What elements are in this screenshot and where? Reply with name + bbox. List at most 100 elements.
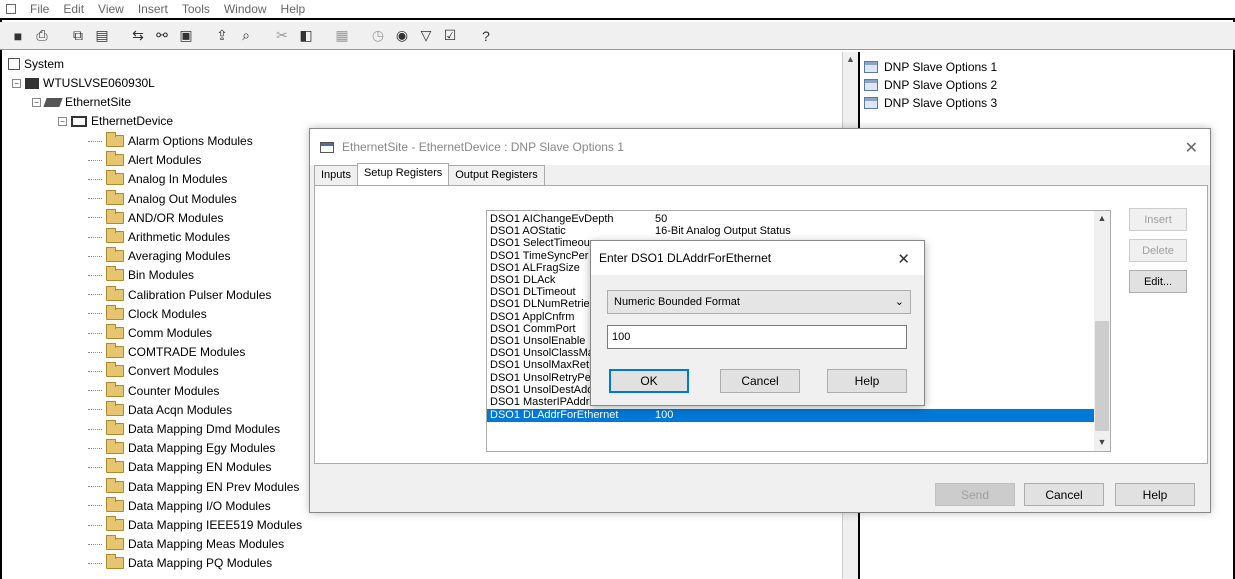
menu-window[interactable]: Window bbox=[224, 2, 267, 16]
tree-module-item[interactable]: Averaging Modules bbox=[88, 247, 231, 265]
folder-icon bbox=[106, 400, 124, 416]
tree-module-item[interactable]: Data Mapping Egy Modules bbox=[88, 439, 275, 457]
options-icon bbox=[864, 97, 878, 109]
folder-icon bbox=[106, 208, 124, 224]
filter-icon[interactable]: ▽ bbox=[416, 26, 436, 46]
close-icon[interactable]: ✕ bbox=[897, 250, 910, 268]
help-button[interactable]: Help bbox=[1115, 483, 1195, 506]
ok-button[interactable]: OK bbox=[609, 369, 689, 393]
device-icon[interactable]: ▣ bbox=[176, 26, 196, 46]
folder-icon bbox=[106, 516, 124, 531]
scroll-thumb[interactable] bbox=[1095, 321, 1109, 431]
options-icon bbox=[864, 61, 878, 73]
register-name: DSO1 DLTimeout bbox=[490, 286, 576, 299]
tab-output-registers[interactable]: Output Registers bbox=[448, 165, 545, 185]
cancel-button[interactable]: Cancel bbox=[1024, 483, 1104, 506]
menu-file[interactable]: File bbox=[30, 2, 49, 16]
globe-icon[interactable]: ◉ bbox=[392, 26, 412, 46]
frame-icon[interactable]: ◧ bbox=[296, 26, 316, 46]
tree-computer[interactable]: − WTUSLVSE060930L bbox=[12, 74, 155, 92]
tree-module-label: Convert Modules bbox=[128, 364, 219, 379]
tree-connector bbox=[88, 562, 102, 564]
tree-module-item[interactable]: Arithmetic Modules bbox=[88, 228, 230, 246]
dialog-titlebar[interactable]: EthernetSite - EthernetDevice : DNP Slav… bbox=[310, 129, 1210, 165]
tree-module-item[interactable]: Data Mapping EN Modules bbox=[88, 458, 271, 476]
checkbox-icon[interactable]: ☑ bbox=[440, 26, 460, 46]
tree-module-item[interactable]: AND/OR Modules bbox=[88, 208, 223, 227]
tree-module-label: Data Mapping PQ Modules bbox=[128, 556, 273, 571]
tree-module-item[interactable]: Analog In Modules bbox=[88, 170, 227, 188]
folder-icon bbox=[106, 535, 124, 551]
tree-module-item[interactable]: Analog Out Modules bbox=[88, 189, 237, 208]
tree-device[interactable]: − EthernetDevice bbox=[58, 112, 173, 130]
computer-icon bbox=[25, 77, 39, 89]
value-input[interactable]: 100 bbox=[607, 325, 907, 349]
help-button[interactable]: Help bbox=[827, 369, 907, 393]
tree-module-item[interactable]: Data Mapping I/O Modules bbox=[88, 496, 271, 515]
tree-module-item[interactable]: Calibration Pulser Modules bbox=[88, 285, 271, 304]
subdialog-titlebar[interactable]: Enter DSO1 DLAddrForEthernet bbox=[591, 241, 924, 275]
register-row[interactable]: DSO1 AOStatic 16-Bit Analog Output Status bbox=[487, 226, 1095, 237]
list-item[interactable]: DNP Slave Options 3 bbox=[864, 94, 997, 112]
list-item[interactable]: DNP Slave Options 2 bbox=[864, 76, 997, 94]
tree-module-item[interactable]: Data Mapping IEEE519 Modules bbox=[88, 516, 302, 534]
menu-help[interactable]: Help bbox=[281, 2, 306, 16]
tree-connector bbox=[88, 178, 102, 180]
register-row[interactable]: DSO1 DLAddrForEthernet 100 bbox=[487, 409, 1095, 423]
collapse-icon[interactable]: − bbox=[12, 78, 21, 88]
register-row[interactable]: DSO1 AIChangeEvDepth 50 bbox=[487, 214, 1095, 225]
link-icon[interactable]: ⚯ bbox=[152, 26, 172, 46]
tree-module-item[interactable]: Convert Modules bbox=[88, 362, 219, 380]
help-icon[interactable]: ? bbox=[476, 26, 496, 46]
copy-icon[interactable]: ⧉ bbox=[68, 26, 88, 46]
tree-module-item[interactable]: Data Acqn Modules bbox=[88, 400, 232, 419]
tab-setup-registers[interactable]: Setup Registers bbox=[356, 163, 450, 185]
grid-icon[interactable]: ▦ bbox=[332, 26, 352, 46]
menu-tools[interactable]: Tools bbox=[182, 2, 210, 16]
menu-view[interactable]: View bbox=[98, 2, 124, 16]
menu-insert[interactable]: Insert bbox=[138, 2, 168, 16]
tree-module-label: Comm Modules bbox=[128, 326, 213, 340]
properties-icon[interactable]: ▤ bbox=[92, 26, 112, 46]
tree-module-item[interactable]: Data Mapping EN Prev Modules bbox=[88, 477, 299, 496]
tree-module-item[interactable]: Alert Modules bbox=[88, 151, 201, 169]
scroll-down-icon[interactable]: ▼ bbox=[1094, 437, 1110, 447]
scroll-up-icon[interactable]: ▲ bbox=[843, 54, 858, 64]
tree-module-item[interactable]: Data Mapping PQ Modules bbox=[88, 554, 272, 572]
save-icon[interactable]: ■ bbox=[8, 26, 28, 46]
tree-module-item[interactable]: Counter Modules bbox=[88, 381, 219, 400]
list-item[interactable]: DNP Slave Options 1 bbox=[864, 58, 997, 76]
scroll-up-icon[interactable]: ▲ bbox=[1094, 213, 1110, 223]
clock-icon[interactable]: ◷ bbox=[368, 26, 388, 46]
register-name: DSO1 SelectTimeou bbox=[490, 237, 590, 250]
close-icon[interactable]: ✕ bbox=[1185, 138, 1198, 158]
cut-icon[interactable]: ✂ bbox=[272, 26, 292, 46]
tree-module-item[interactable]: Alarm Options Modules bbox=[88, 132, 253, 150]
tree-site[interactable]: − EthernetSite bbox=[32, 93, 131, 111]
upload-icon[interactable]: ⇪ bbox=[212, 26, 232, 46]
list-scrollbar[interactable]: ▲ ▼ bbox=[1094, 211, 1110, 451]
edit-button[interactable]: Edit... bbox=[1129, 270, 1187, 293]
cancel-button[interactable]: Cancel bbox=[720, 369, 800, 393]
print-icon[interactable]: ⎙ bbox=[32, 26, 52, 46]
connect-icon[interactable]: ⇆ bbox=[128, 26, 148, 46]
delete-button[interactable]: Delete bbox=[1129, 239, 1187, 262]
app-icon bbox=[320, 141, 334, 153]
tree-module-label: Analog In Modules bbox=[128, 172, 228, 187]
tree-root[interactable]: System bbox=[8, 55, 64, 73]
tree-module-item[interactable]: COMTRADE Modules bbox=[88, 343, 245, 361]
tree-module-item[interactable]: Comm Modules bbox=[88, 324, 212, 342]
tree-module-item[interactable]: Data Mapping Meas Modules bbox=[88, 535, 284, 553]
tree-module-item[interactable]: Clock Modules bbox=[88, 304, 207, 323]
tab-inputs[interactable]: Inputs bbox=[314, 165, 358, 185]
send-button[interactable]: Send bbox=[935, 483, 1015, 506]
collapse-icon[interactable]: − bbox=[58, 116, 67, 126]
tree-module-item[interactable]: Bin Modules bbox=[88, 266, 194, 284]
format-select[interactable]: Numeric Bounded Format ⌄ bbox=[607, 290, 911, 314]
menu-edit[interactable]: Edit bbox=[63, 2, 84, 16]
tree-module-item[interactable]: Data Mapping Dmd Modules bbox=[88, 420, 280, 438]
folder-icon bbox=[106, 285, 124, 301]
insert-button[interactable]: Insert bbox=[1129, 208, 1187, 231]
collapse-icon[interactable]: − bbox=[32, 97, 41, 107]
preview-icon[interactable]: ⌕ bbox=[236, 26, 256, 46]
